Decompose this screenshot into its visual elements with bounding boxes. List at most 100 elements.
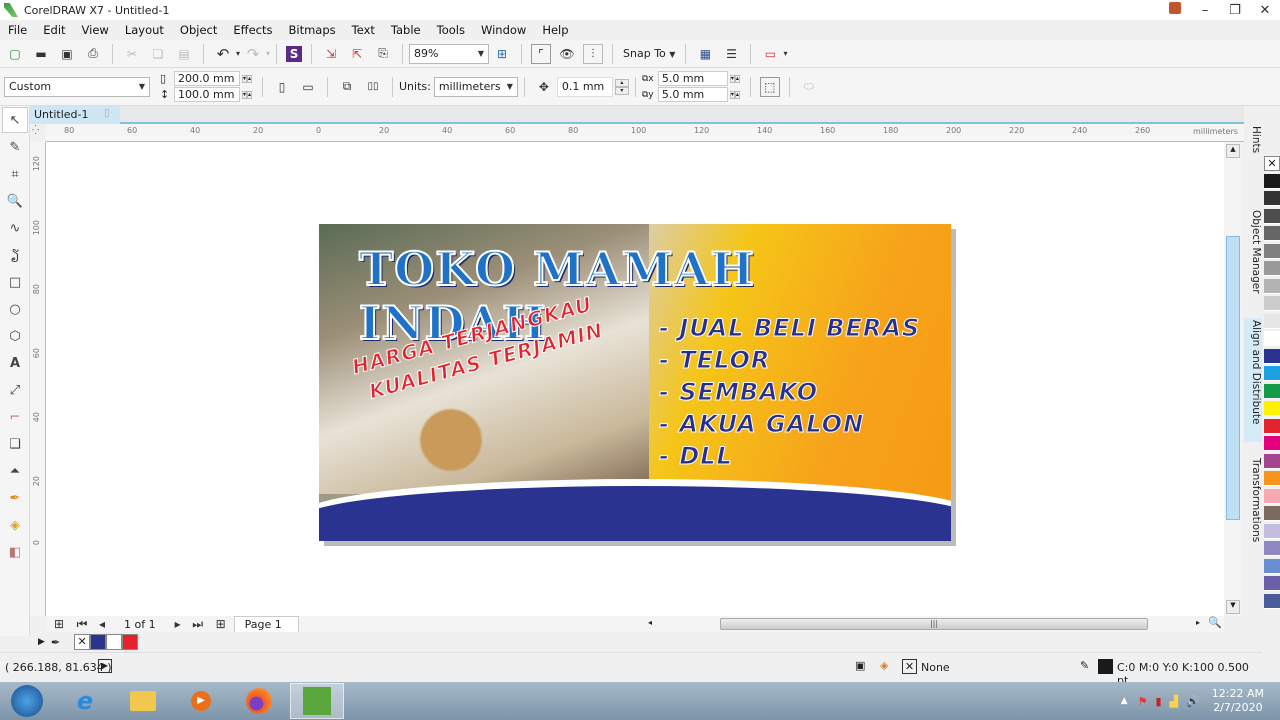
page-tab-1[interactable]: Page 1 (233, 616, 299, 632)
first-page-icon[interactable]: ⏮ (72, 614, 92, 634)
show-hidden-icons[interactable]: ▲ (1121, 696, 1128, 706)
palette-swatch[interactable] (1264, 173, 1280, 189)
menu-help[interactable]: Help (542, 23, 568, 37)
snap-to-button[interactable]: Snap To ▼ (623, 47, 675, 60)
palette-swatch[interactable] (1264, 366, 1280, 381)
print-icon[interactable]: ⎙ (83, 44, 103, 64)
duplicate-x-spinner[interactable]: ▾ ▴ (729, 74, 744, 83)
import-icon[interactable]: ⇲ (321, 44, 341, 64)
nudge-distance-input[interactable]: 0.1 mm (556, 76, 613, 97)
interactive-fill-tool-icon[interactable]: ◈ (2, 512, 28, 538)
current-page-icon[interactable]: ▯▯ (363, 77, 383, 97)
horizontal-ruler[interactable]: 80 60 40 20 0 20 40 60 80 100 120 140 160 180 200 220 24… (46, 124, 1244, 142)
eyedropper-icon[interactable]: ✒ (51, 636, 60, 649)
palette-swatch[interactable] (1264, 576, 1280, 591)
crop-tool-icon[interactable]: ⌗ (2, 161, 28, 187)
horizontal-scroll-thumb[interactable]: ||| (720, 618, 1148, 630)
palette-swatch[interactable] (1264, 558, 1280, 574)
publish-pdf-icon[interactable]: ⎘ (373, 44, 393, 64)
rectangle-tool-icon[interactable]: □ (2, 269, 28, 295)
units-combo[interactable]: millimeters ▼ (433, 76, 518, 97)
previous-page-icon[interactable]: ◂ (92, 614, 112, 634)
last-page-icon[interactable]: ⏭ (188, 614, 208, 634)
tab-close-icon[interactable]: ▯ (104, 108, 110, 119)
undo-dropdown[interactable]: ▾ (236, 49, 240, 58)
zoom-navigator-icon[interactable]: 🔍 (1208, 616, 1222, 629)
media-player-icon[interactable]: ▶ (174, 683, 228, 719)
palette-swatch[interactable] (1264, 331, 1280, 346)
scroll-down-button[interactable]: ▼ (1226, 600, 1240, 614)
palette-swatch[interactable] (1264, 296, 1280, 311)
smart-fill-tool-icon[interactable]: ◧ (2, 539, 28, 565)
palette-swatch[interactable] (1264, 313, 1280, 329)
parallel-dimension-tool-icon[interactable]: ⤢ (2, 377, 28, 403)
palette-swatch[interactable] (1264, 523, 1280, 539)
menu-effects[interactable]: Effects (233, 23, 272, 37)
palette-swatch[interactable] (1264, 383, 1280, 399)
export-icon[interactable]: ⇱ (347, 44, 367, 64)
show-guidelines-icon[interactable]: ⋮ (583, 43, 604, 64)
doc-swatch-red[interactable] (122, 634, 139, 650)
palette-swatch[interactable] (1264, 506, 1280, 521)
vertical-scroll-thumb[interactable] (1226, 236, 1240, 520)
drop-shadow-tool-icon[interactable]: ❑ (2, 431, 28, 457)
internet-explorer-icon[interactable]: e (58, 683, 112, 719)
connector-tool-icon[interactable]: ⌐ (2, 404, 28, 430)
palette-swatch[interactable] (1264, 488, 1280, 504)
nudge-spinner[interactable]: ▴ ▾ (614, 78, 629, 95)
duplicate-x-input[interactable]: 5.0 mm (657, 71, 728, 86)
duplicate-y-input[interactable]: 5.0 mm (657, 87, 728, 102)
palette-swatch[interactable] (1264, 593, 1280, 609)
palette-swatch[interactable] (1264, 243, 1280, 259)
vertical-ruler[interactable]: 120 100 80 60 40 20 0 (30, 142, 46, 616)
cut-icon[interactable]: ✂ (122, 44, 142, 64)
menu-table[interactable]: Table (391, 23, 421, 37)
options-icon[interactable]: ▦ (695, 44, 715, 64)
application-launcher-icon[interactable]: ▭ (760, 44, 780, 64)
doc-swatch-none[interactable]: ✕ (74, 634, 91, 650)
search-content-icon[interactable]: S (286, 45, 303, 62)
page-height-spinner[interactable]: ▾ ▴ (242, 90, 256, 99)
all-pages-icon[interactable]: ⧉ (337, 77, 357, 97)
page-width-spinner[interactable]: ▾ ▴ (242, 74, 256, 83)
zoom-tool-icon[interactable]: 🔍 (2, 188, 28, 214)
restore-button[interactable]: ❐ (1220, 3, 1250, 18)
palette-swatch[interactable] (1264, 471, 1280, 486)
color-proofing-icon[interactable]: ▣ (855, 659, 865, 672)
menu-layout[interactable]: Layout (125, 23, 164, 37)
page-height-input[interactable]: 100.0 mm (174, 87, 240, 102)
menu-view[interactable]: View (82, 23, 109, 37)
ruler-origin-icon[interactable]: ⁛ (32, 126, 39, 136)
docker-tab-transformations[interactable]: Transformations (1244, 456, 1262, 542)
palette-swatch[interactable] (1264, 208, 1280, 224)
minimize-button[interactable]: – (1190, 3, 1220, 18)
treat-as-filled-icon[interactable]: ⬚ (759, 76, 780, 97)
outline-color-swatch[interactable] (1098, 659, 1113, 674)
horizontal-scrollbar[interactable]: ◂ ||| ▸ 🔍 (646, 616, 1224, 632)
landscape-icon[interactable]: ▭ (298, 77, 318, 97)
power-icon[interactable]: ▮ (1156, 695, 1162, 708)
palette-expand-icon[interactable]: ▶ (38, 637, 45, 647)
action-center-icon[interactable]: ⚑ (1138, 695, 1148, 708)
transparency-tool-icon[interactable]: ⏶ (2, 458, 28, 484)
add-page-before-icon[interactable]: ⊞ (49, 614, 69, 634)
palette-swatch[interactable] (1264, 401, 1280, 416)
user-account-icon[interactable] (1160, 2, 1190, 18)
artistic-media-tool-icon[interactable]: ຽ (2, 242, 28, 268)
show-rulers-icon[interactable]: ⌜ (531, 43, 552, 64)
coreldraw-taskbar-icon[interactable] (290, 683, 344, 719)
full-screen-preview-icon[interactable]: ⊞ (492, 44, 512, 64)
docker-tab-object-manager[interactable]: Object Manager (1244, 208, 1262, 294)
show-grid-icon[interactable]: 👁 (557, 44, 577, 64)
pick-tool-icon[interactable]: ↖ (2, 107, 28, 133)
palette-swatch-none[interactable]: ✕ (1264, 156, 1280, 171)
redo-icon[interactable]: ↷ (243, 44, 263, 64)
banner-design[interactable]: TOKO MAMAH INDAH - JUAL BELI BERAS - TEL… (319, 224, 951, 541)
copy-icon[interactable]: ❏ (148, 44, 168, 64)
page-width-input[interactable]: 200.0 mm (174, 71, 240, 86)
new-document-icon[interactable]: ▢ (5, 44, 25, 64)
palette-swatch[interactable] (1264, 191, 1280, 206)
redo-dropdown[interactable]: ▾ (266, 49, 270, 58)
vertical-scrollbar[interactable]: ▲ ▼ (1224, 142, 1242, 616)
start-button[interactable] (0, 683, 54, 719)
